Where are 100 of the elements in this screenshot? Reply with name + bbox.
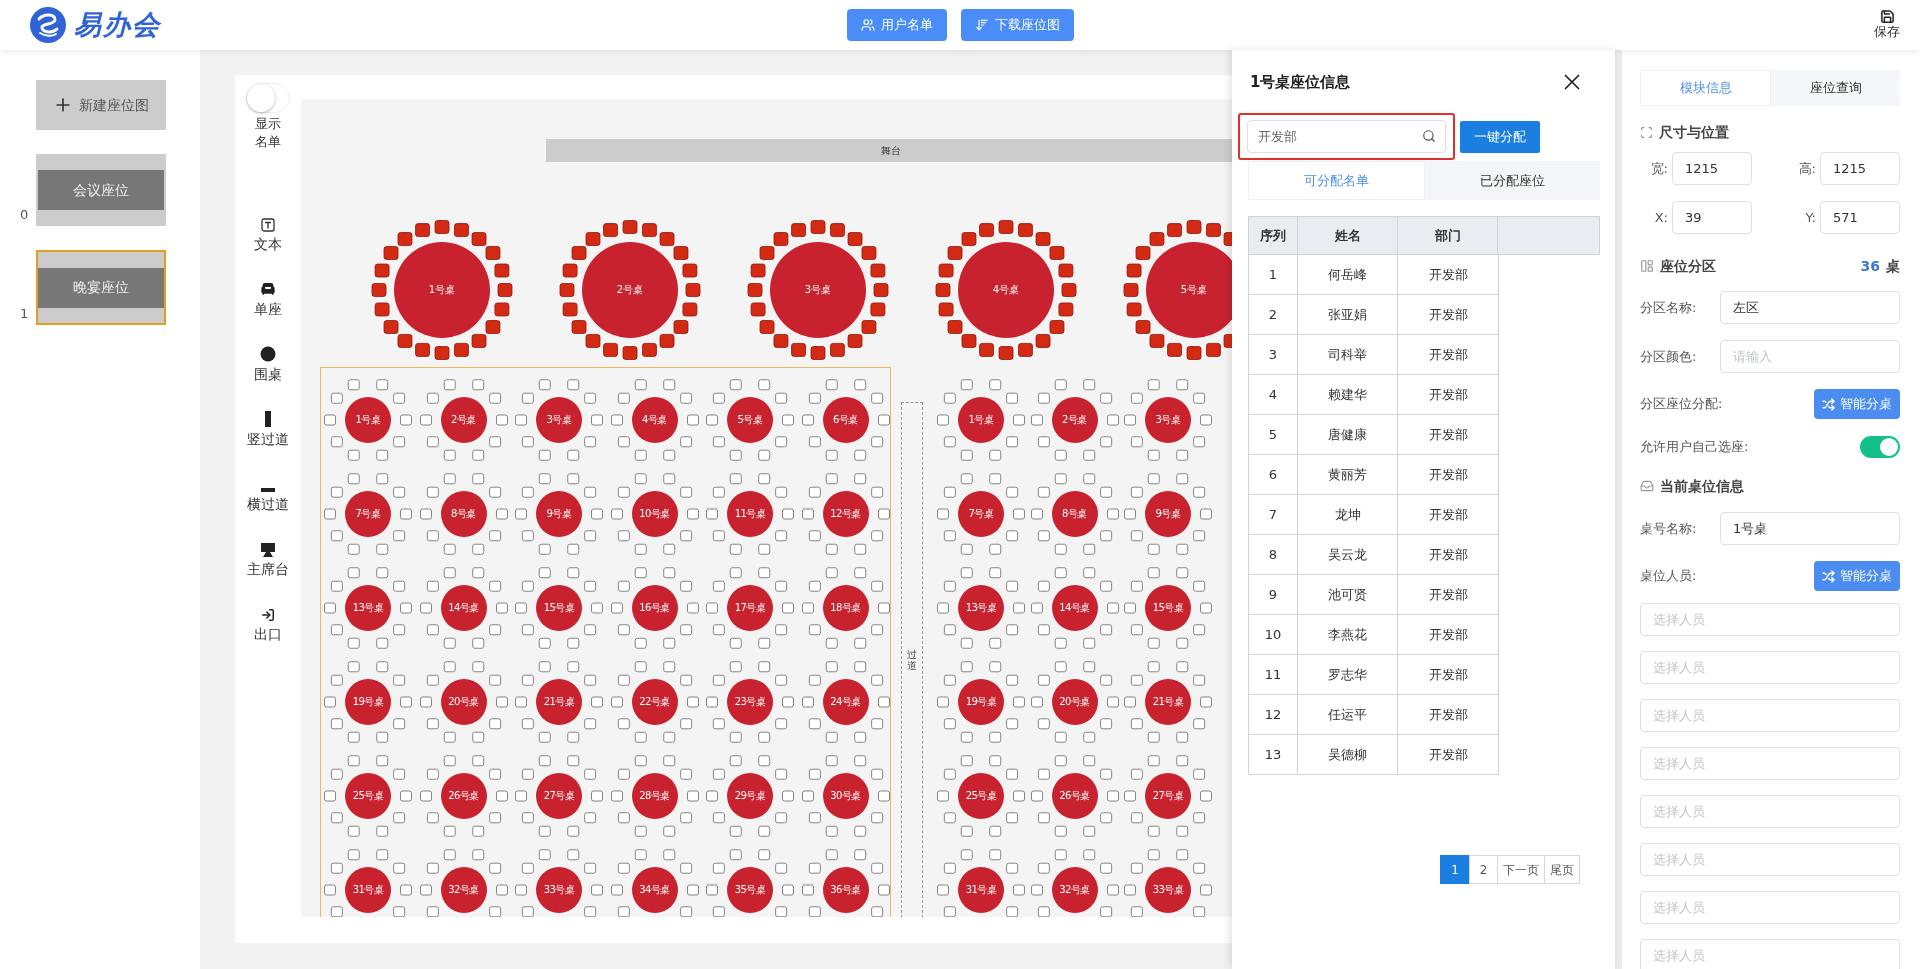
table-label: 14号桌	[1059, 603, 1090, 613]
tool-button[interactable]: 主席台	[247, 534, 289, 580]
input-field[interactable]: 左区	[1720, 291, 1900, 324]
table-label: 20号桌	[448, 697, 479, 707]
search-icon	[1422, 129, 1436, 143]
search-field[interactable]: 开发部	[1247, 120, 1446, 153]
table-cell: 8	[1249, 535, 1298, 574]
table-label: 32号桌	[448, 885, 479, 895]
input-field[interactable]: 571	[1820, 201, 1900, 234]
horizontal-bar-icon	[261, 488, 275, 492]
table-cell: 4	[1249, 375, 1298, 414]
new-plan-button[interactable]: 新建座位图	[36, 80, 166, 130]
tool-button[interactable]: 围桌	[254, 339, 282, 385]
table-label: 11号桌	[734, 509, 766, 519]
show-list-toggle[interactable]	[246, 83, 290, 113]
field-label: Y:	[1804, 208, 1816, 227]
self-select-toggle[interactable]	[1860, 436, 1900, 458]
table-cell: 唐健康	[1298, 415, 1398, 454]
table-label: 2号桌	[616, 285, 644, 295]
table-cell: 吴云龙	[1298, 535, 1398, 574]
show-list-label: 显示名单	[254, 115, 282, 151]
plan-card[interactable]: 晚宴座位	[36, 250, 166, 325]
table-label: 27号桌	[543, 791, 575, 801]
tool-button[interactable]: 竖过道	[247, 404, 289, 450]
table-label: 15号桌	[543, 603, 575, 613]
vertical-bar-icon	[265, 411, 271, 427]
person-select[interactable]: 选择人员	[1640, 939, 1900, 969]
person-select[interactable]: 选择人员	[1640, 651, 1900, 684]
table-label: 12号桌	[830, 509, 861, 519]
input-field[interactable]: 1215	[1820, 152, 1900, 185]
table-label: 15号桌	[1152, 603, 1184, 613]
table-label: 19号桌	[965, 697, 997, 707]
person-select[interactable]: 选择人员	[1640, 747, 1900, 780]
shuffle-icon	[1822, 569, 1835, 583]
section-title: 当前桌位信息	[1660, 476, 1744, 496]
tool-button[interactable]: 单座	[254, 274, 282, 320]
table-cell-text: 开发部	[1427, 305, 1469, 324]
table-label: 22号桌	[639, 697, 670, 707]
tray-icon	[1640, 479, 1654, 493]
table-cell-text: 开发部	[1427, 345, 1469, 364]
seating-zone[interactable]: 1号桌 2号桌 3号桌 4号桌 5号桌 6号桌 7号桌 8号桌 9号桌 10号桌 11号桌 12号桌 13号桌 14号桌 15号桌 16号桌 17号桌 18号桌 19号桌 20号桌 21号桌 22号桌 23号桌 24号桌 25号桌 26号桌 27号桌 28号桌 29号桌 30号桌 31号桌 32号桌 33号桌 34号桌 35号桌 36号桌	[320, 367, 891, 917]
input-field[interactable]: 1号桌	[1720, 512, 1900, 545]
page-button[interactable]: 下一页	[1497, 855, 1545, 884]
table-label: 31号桌	[965, 885, 997, 895]
table-cell: 6	[1249, 455, 1298, 494]
tab[interactable]: 已分配座位	[1425, 161, 1600, 200]
table-cell-text: 开发部	[1427, 425, 1469, 444]
aisle-label: 过道	[907, 649, 917, 671]
list-download-icon	[974, 18, 989, 32]
table-label: 16号桌	[639, 603, 670, 613]
table-cell: 吴德柳	[1298, 735, 1398, 774]
table-cell-text: 开发部	[1427, 545, 1469, 564]
table-label: 27号桌	[1152, 791, 1184, 801]
input-field[interactable]: 39	[1672, 201, 1752, 234]
table-label: 2号桌	[451, 415, 476, 425]
table-label: 3号桌	[1155, 415, 1181, 425]
table-label: 17号桌	[734, 603, 766, 613]
page-button[interactable]: 1	[1440, 855, 1470, 884]
table-label: 35号桌	[734, 885, 766, 895]
save-button[interactable]: 保存	[1874, 9, 1900, 41]
page-button[interactable]: 尾页	[1544, 855, 1580, 884]
person-select[interactable]: 选择人员	[1640, 699, 1900, 732]
table-label: 13号桌	[352, 603, 384, 613]
table-label: 26号桌	[1059, 791, 1090, 801]
input-field[interactable]: 请输入	[1720, 340, 1900, 373]
column-header: 姓名	[1298, 217, 1398, 254]
page-button[interactable]: 2	[1469, 855, 1498, 884]
input-field[interactable]: 1215	[1672, 152, 1752, 185]
person-select[interactable]: 选择人员	[1640, 891, 1900, 924]
table-label: 3号桌	[546, 415, 572, 425]
table-label: 10号桌	[639, 509, 670, 519]
table-label: 1号桌	[428, 285, 456, 295]
table-cell: 池可贤	[1298, 575, 1398, 614]
shuffle-icon	[1822, 397, 1835, 411]
person-select[interactable]: 选择人员	[1640, 603, 1900, 636]
field-label: X:	[1653, 208, 1668, 227]
person-select[interactable]: 选择人员	[1640, 795, 1900, 828]
table-cell: 2	[1249, 295, 1298, 334]
plan-index: 0	[20, 205, 29, 224]
seating-zone[interactable]: 1号桌 2号桌 3号桌 7号桌 8号桌 9号桌 13号桌 14号桌 15号桌 19号桌 20号桌 21号桌 25号桌 26号桌 27号桌 31号桌 32号桌 33号桌	[941, 367, 1232, 917]
table-label: 14号桌	[448, 603, 479, 613]
table-label: 23号桌	[734, 697, 766, 707]
field-label: 分区座位分配:	[1640, 395, 1723, 414]
tool-button[interactable]: 出口	[254, 599, 282, 645]
armchair-icon	[260, 281, 276, 297]
field-label: 分区名称:	[1640, 298, 1697, 317]
plan-card[interactable]: 会议座位	[36, 154, 166, 226]
table-cell-text: 开发部	[1427, 265, 1469, 284]
table-cell: 任运平	[1298, 695, 1398, 734]
person-select[interactable]: 选择人员	[1640, 843, 1900, 876]
table-cell: 司科举	[1298, 335, 1398, 374]
plan-index: 1	[20, 304, 29, 323]
table-cell: 何岳峰	[1298, 255, 1398, 294]
tool-button[interactable]: 横过道	[247, 469, 289, 515]
tab[interactable]: 座位查询	[1771, 70, 1900, 106]
zone-icon	[1640, 259, 1654, 273]
table-label: 1号桌	[355, 415, 381, 425]
table-cell: 7	[1249, 495, 1298, 534]
tool-button[interactable]: 文本	[254, 209, 282, 255]
assign-all-button[interactable]: 一键分配	[1460, 120, 1540, 153]
